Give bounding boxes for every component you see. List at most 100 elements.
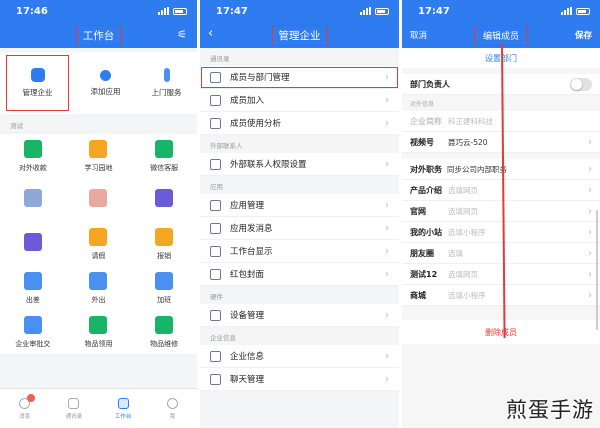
setting-icon (210, 350, 221, 362)
tab-messages[interactable]: 消息 (0, 389, 49, 428)
field-value: 选填小程序 (448, 290, 486, 300)
settings-row-label: 设备管理 (230, 311, 265, 321)
app-tile[interactable]: 企业审批交 (0, 310, 66, 354)
settings-row[interactable]: 设备管理 › (200, 304, 399, 327)
manage-enterprise-panel: 17:47 ‹ 管理企业 通讯录 成员与部门管理 › 成员加入 › 成员使用分析 › 外部联系… (200, 0, 399, 428)
app-tile[interactable]: 出差 (0, 266, 66, 310)
settings-group: 应用管理 › 应用发消息 › 工作台显示 › 红包封面 › (200, 194, 399, 286)
field-row[interactable]: 对外职务 同步公司内部职务 › (402, 159, 600, 180)
app-label: 企业审批交 (15, 339, 51, 348)
tab-workbench[interactable]: 工作台 (99, 389, 148, 428)
unread-badge (27, 393, 36, 402)
settings-row-label: 工作台显示 (230, 247, 273, 257)
settings-row-label: 企业信息 (230, 352, 265, 362)
app-tile[interactable]: 学习园地 (66, 134, 132, 178)
chevron-right-icon: › (588, 163, 592, 175)
app-tile[interactable] (131, 178, 197, 222)
chevron-right-icon: › (385, 71, 389, 83)
app-tile[interactable]: 请假 (66, 222, 132, 266)
navbar: 工作台 ⚟ (0, 22, 197, 48)
app-tile[interactable]: 外出 (66, 266, 132, 310)
settings-group: 外部联系人权限设置 › (200, 153, 399, 176)
app-tile[interactable]: 物品领用 (66, 310, 132, 354)
field-value: 选填 (448, 248, 463, 258)
manage-enterprise-button[interactable]: 管理企业 (6, 55, 69, 111)
admin-item-label: 添加应用 (90, 86, 121, 96)
setting-icon (210, 71, 221, 83)
chevron-right-icon: › (385, 222, 389, 234)
setting-icon (210, 94, 221, 106)
app-tile[interactable]: 报销 (131, 222, 197, 266)
settings-row[interactable]: 应用管理 › (200, 194, 399, 217)
signal-icon (561, 7, 572, 15)
cancel-button[interactable]: 取消 (410, 29, 427, 41)
home-service-button[interactable]: 上门服务 (136, 52, 197, 114)
settings-row[interactable]: 企业信息 › (200, 345, 399, 368)
field-row[interactable]: 官网 选填网页 › (402, 201, 600, 222)
field-row[interactable]: 朋友圈 选填 › (402, 243, 600, 264)
settings-row-label: 应用发消息 (230, 224, 273, 234)
settings-row[interactable]: 外部联系人权限设置 › (200, 153, 399, 176)
field-row[interactable]: 产品介绍 选填网页 › (402, 180, 600, 201)
app-label: 请假 (91, 251, 106, 260)
app-icon (89, 271, 108, 290)
settings-row[interactable]: 成员与部门管理 › (200, 66, 399, 89)
field-row[interactable]: 我的小站 选填小程序 › (402, 222, 600, 243)
chevron-right-icon: › (385, 158, 389, 170)
back-icon[interactable]: ‹ (208, 26, 213, 41)
settings-row[interactable]: 成员加入 › (200, 89, 399, 112)
watermark: 煎蛋手游 (506, 398, 594, 422)
admin-item-label: 上门服务 (151, 88, 182, 97)
page-title: 工作台 (75, 24, 122, 46)
app-icon (89, 188, 108, 207)
tab-me[interactable]: 我 (148, 389, 197, 428)
chevron-right-icon: › (385, 245, 389, 257)
app-icon (23, 232, 42, 251)
app-tile[interactable]: 微信客服 (131, 134, 197, 178)
app-tile[interactable]: 加班 (131, 266, 197, 310)
chevron-right-icon: › (385, 117, 389, 129)
setting-icon (210, 245, 221, 257)
delete-member-button[interactable]: 删除成员 (402, 320, 600, 344)
app-icon (23, 315, 42, 334)
save-button[interactable]: 保存 (575, 29, 592, 41)
navbar: ‹ 管理企业 (200, 22, 399, 48)
message-icon (19, 393, 36, 409)
add-app-button[interactable]: 添加应用 (75, 52, 136, 114)
dept-head-toggle[interactable] (570, 77, 592, 91)
settings-row[interactable]: 成员使用分析 › (200, 112, 399, 135)
enterprise-icon (30, 68, 45, 82)
admin-item-label: 管理企业 (22, 88, 53, 97)
settings-row-label: 红包封面 (230, 270, 265, 280)
status-icons (360, 7, 389, 15)
group-label: 外部联系人 (210, 142, 243, 150)
field-row[interactable]: 商城 选填小程序 › (402, 285, 600, 306)
chevron-right-icon: › (385, 350, 389, 362)
video-key: 视频号 (410, 137, 434, 147)
settings-group: 成员与部门管理 › 成员加入 › 成员使用分析 › (200, 66, 399, 135)
tab-label: 我 (169, 413, 176, 420)
scrollbar[interactable] (596, 210, 598, 330)
settings-row[interactable]: 聊天管理 › (200, 368, 399, 391)
settings-row[interactable]: 工作台显示 › (200, 240, 399, 263)
tab-label: 通讯录 (65, 413, 83, 420)
field-row[interactable]: 测试12 选填网页 › (402, 264, 600, 285)
app-tile[interactable] (0, 222, 66, 266)
app-tile[interactable]: 物品维修 (131, 310, 197, 354)
settings-row[interactable]: 红包封面 › (200, 263, 399, 286)
tab-contacts[interactable]: 通讯录 (49, 389, 98, 428)
settings-icon[interactable]: ⚟ (177, 28, 187, 41)
app-tile[interactable]: 对外收款 (0, 134, 66, 178)
group-label: 通讯录 (210, 55, 230, 63)
setting-icon (210, 222, 221, 234)
group-label: 硬件 (210, 293, 223, 301)
app-tile[interactable] (66, 178, 132, 222)
admin-shortcuts: 管理企业 添加应用 上门服务 (0, 52, 197, 114)
app-tile[interactable] (0, 178, 66, 222)
app-label: 出差 (25, 295, 40, 304)
setting-icon (210, 268, 221, 280)
chevron-right-icon: › (385, 268, 389, 280)
settings-row[interactable]: 应用发消息 › (200, 217, 399, 240)
settings-row-label: 应用管理 (230, 201, 265, 211)
tab-label: 工作台 (114, 413, 132, 420)
